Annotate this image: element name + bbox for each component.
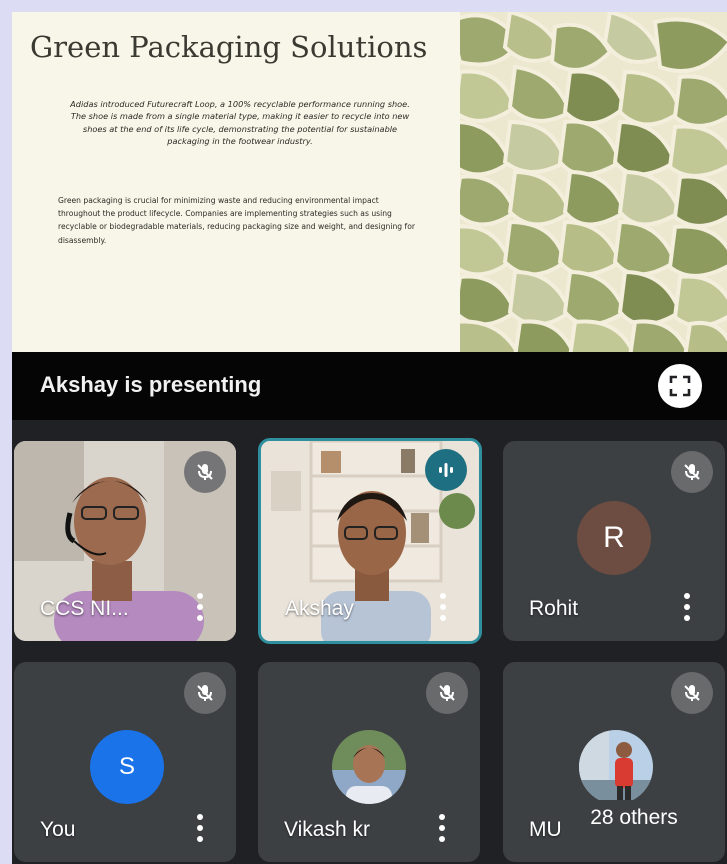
meeting-window: Green Packaging Solutions Adidas introdu…: [12, 12, 727, 864]
more-options-button[interactable]: [439, 593, 447, 623]
avatar: [579, 730, 653, 804]
participant-name: Vikash kr: [284, 818, 370, 841]
presenting-bar: Akshay is presenting: [12, 352, 727, 420]
participant-name: CCS NI...: [40, 597, 129, 620]
participant-name: You: [40, 818, 76, 841]
mic-off-icon: [671, 451, 713, 493]
presenting-label: Akshay is presenting: [40, 372, 262, 397]
participant-tile-ccs[interactable]: CCS NI...: [14, 441, 236, 641]
others-count-chip[interactable]: 28 others: [566, 800, 702, 836]
speaking-indicator-icon: [425, 449, 467, 491]
more-options-button[interactable]: [196, 593, 204, 623]
participant-name: Akshay: [285, 597, 354, 620]
mic-off-icon: [184, 672, 226, 714]
shared-slide[interactable]: Green Packaging Solutions Adidas introdu…: [12, 12, 727, 352]
fullscreen-button[interactable]: [658, 364, 702, 408]
leaf-pattern-image: [460, 12, 727, 352]
mic-off-icon: [671, 672, 713, 714]
participant-name: MU: [529, 818, 562, 841]
more-options-button[interactable]: [438, 814, 446, 844]
slide-text-panel: Green Packaging Solutions Adidas introdu…: [12, 12, 460, 352]
participant-tile-akshay[interactable]: Akshay: [258, 438, 482, 644]
participant-tile-you[interactable]: S You: [14, 662, 236, 862]
participant-tile-rohit[interactable]: R Rohit: [503, 441, 725, 641]
avatar: S: [90, 730, 164, 804]
slide-paragraph-1: Adidas introduced Futurecraft Loop, a 10…: [70, 99, 410, 147]
participant-tile-vikash[interactable]: Vikash kr: [258, 662, 480, 862]
avatar: R: [577, 501, 651, 575]
mic-off-icon: [184, 451, 226, 493]
avatar: [332, 730, 406, 804]
participant-name: Rohit: [529, 597, 579, 620]
more-options-button[interactable]: [683, 593, 691, 623]
mic-off-icon: [426, 672, 468, 714]
slide-title: Green Packaging Solutions: [30, 30, 428, 64]
more-options-button[interactable]: [196, 814, 204, 844]
fullscreen-icon: [669, 375, 691, 397]
slide-paragraph-2: Green packaging is crucial for minimizin…: [58, 196, 415, 245]
